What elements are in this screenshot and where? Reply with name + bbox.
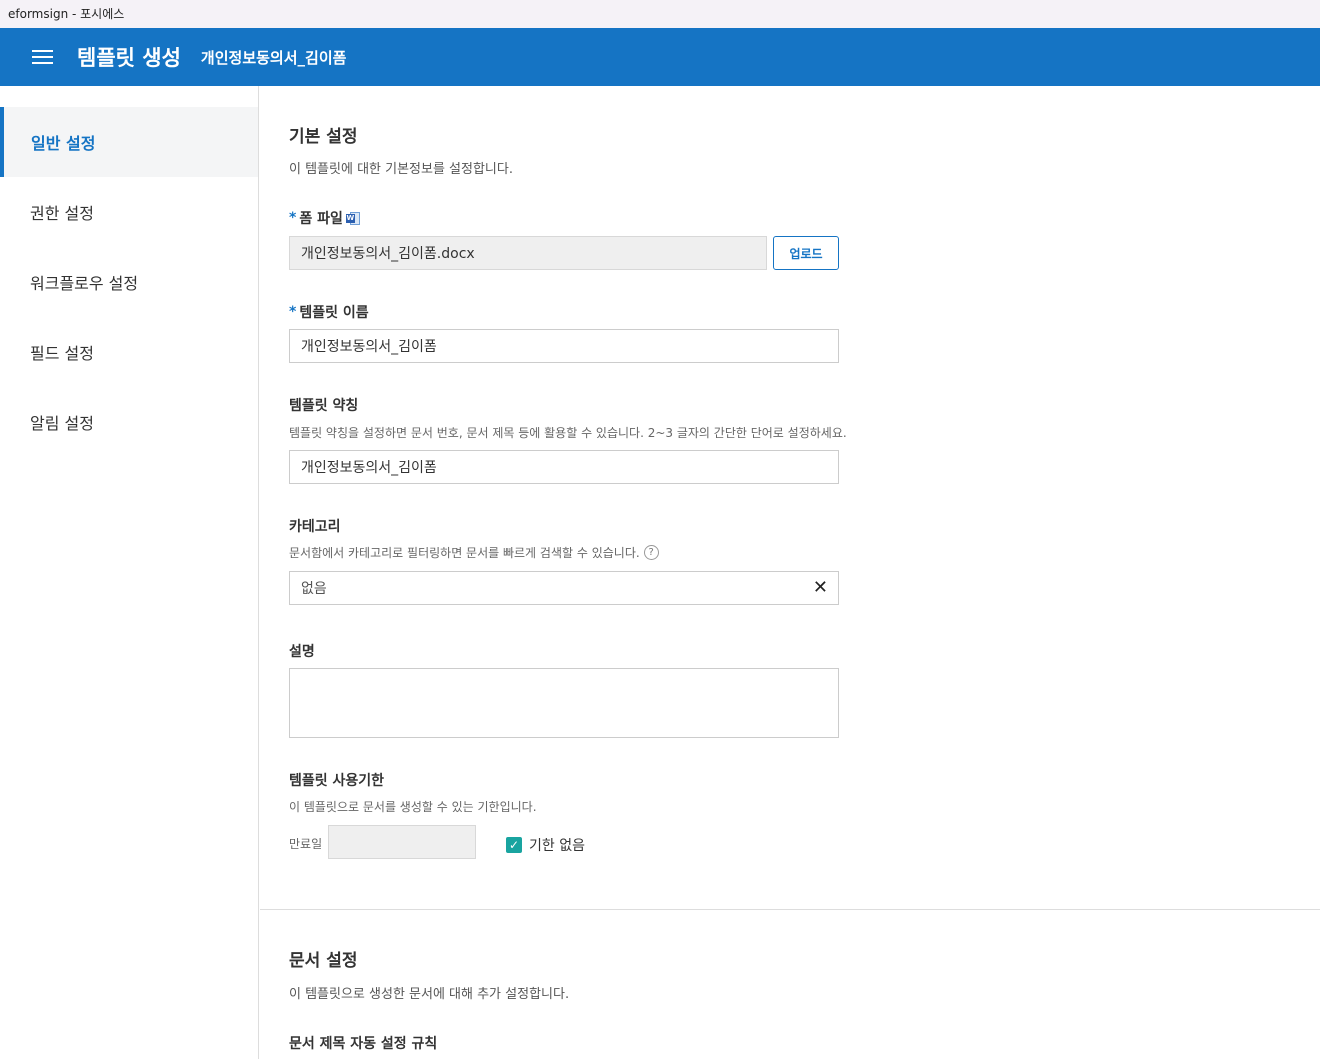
sidebar-item-label: 알림 설정 [30, 414, 94, 433]
template-name-label-text: 템플릿 이름 [299, 305, 369, 321]
auto-title-rule-label: 문서 제목 자동 설정 규칙 [289, 1036, 438, 1052]
description-label: 설명 [289, 644, 315, 660]
window-titlebar: eformsign - 포시에스 [0, 0, 1320, 28]
no-limit-label: 기한 없음 [529, 838, 585, 854]
sidebar-item-notifications[interactable]: 알림 설정 [0, 387, 258, 457]
form-file-name: 개인정보동의서_김이폼.docx [301, 246, 475, 262]
category-select[interactable]: 없음 ✕ [289, 571, 839, 605]
upload-button[interactable]: 업로드 [773, 236, 839, 270]
abbreviation-hint: 템플릿 약칭을 설정하면 문서 번호, 문서 제목 등에 활용할 수 있습니다.… [289, 426, 847, 440]
sidebar-item-label: 필드 설정 [30, 344, 94, 363]
page-title: 템플릿 생성 [77, 46, 181, 70]
category-label: 카테고리 [289, 519, 341, 535]
basic-settings-title: 기본 설정 [289, 127, 358, 147]
sidebar-item-label: 일반 설정 [31, 134, 96, 153]
main-content: 기본 설정 이 템플릿에 대한 기본정보를 설정합니다. * 폼 파일 W 개인… [260, 86, 1320, 1059]
word-file-icon: W [345, 211, 360, 225]
sidebar-item-permissions[interactable]: 권한 설정 [0, 177, 258, 247]
document-settings-desc: 이 템플릿으로 생성한 문서에 대해 추가 설정합니다. [289, 987, 570, 1002]
abbreviation-value: 개인정보동의서_김이폼 [301, 460, 437, 476]
no-limit-option[interactable]: ✓ 기한 없음 [506, 835, 585, 855]
form-file-label: * 폼 파일 W [289, 208, 360, 228]
template-name-header: 개인정보동의서_김이폼 [200, 48, 347, 67]
sidebar-item-general[interactable]: 일반 설정 [0, 107, 258, 177]
no-limit-checkbox[interactable]: ✓ [506, 837, 522, 853]
category-hint-text: 문서함에서 카테고리로 필터링하면 문서를 빠르게 검색할 수 있습니다. [289, 546, 640, 560]
template-name-label: * 템플릿 이름 [289, 302, 369, 322]
category-hint: 문서함에서 카테고리로 필터링하면 문서를 빠르게 검색할 수 있습니다. ? [289, 544, 659, 561]
required-mark: * [289, 210, 297, 226]
template-name-input[interactable]: 개인정보동의서_김이폼 [289, 329, 839, 363]
template-name-value: 개인정보동의서_김이폼 [301, 339, 437, 355]
document-settings-title: 문서 설정 [289, 951, 358, 971]
required-mark: * [289, 304, 297, 320]
sidebar-item-fields[interactable]: 필드 설정 [0, 317, 258, 387]
form-file-field: 개인정보동의서_김이폼.docx [289, 236, 767, 270]
clear-icon[interactable]: ✕ [813, 579, 828, 597]
form-file-label-text: 폼 파일 [299, 211, 343, 227]
sidebar-item-workflow[interactable]: 워크플로우 설정 [0, 247, 258, 317]
expiry-date-label: 만료일 [289, 837, 323, 851]
description-textarea[interactable] [289, 668, 839, 738]
abbreviation-input[interactable]: 개인정보동의서_김이폼 [289, 450, 839, 484]
section-divider [260, 909, 1320, 910]
expiry-label: 템플릿 사용기한 [289, 773, 385, 789]
sidebar-item-label: 권한 설정 [30, 204, 94, 223]
help-icon[interactable]: ? [643, 545, 659, 560]
abbreviation-label: 템플릿 약칭 [289, 398, 359, 414]
hamburger-menu-icon[interactable] [32, 48, 54, 66]
window-title: eformsign - 포시에스 [8, 7, 125, 21]
settings-sidebar: 일반 설정 권한 설정 워크플로우 설정 필드 설정 알림 설정 [0, 86, 259, 1059]
expiry-hint: 이 템플릿으로 문서를 생성할 수 있는 기한입니다. [289, 800, 537, 814]
app-header: 템플릿 생성 개인정보동의서_김이폼 [0, 28, 1320, 86]
sidebar-item-label: 워크플로우 설정 [30, 274, 139, 293]
category-value: 없음 [301, 581, 327, 597]
basic-settings-desc: 이 템플릿에 대한 기본정보를 설정합니다. [289, 162, 513, 177]
expiry-date-input[interactable] [328, 825, 476, 859]
